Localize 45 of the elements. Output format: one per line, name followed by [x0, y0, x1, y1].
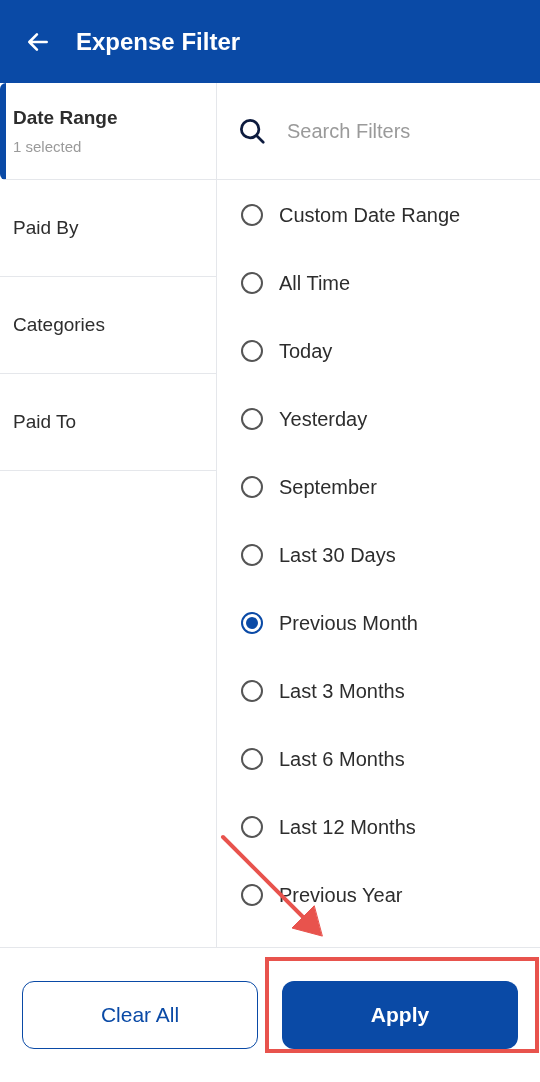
- radio-option[interactable]: Today: [217, 317, 540, 385]
- radio-option[interactable]: Custom Date Range: [217, 181, 540, 249]
- search-field[interactable]: Search Filters: [287, 116, 520, 146]
- option-label: Last 3 Months: [279, 679, 405, 704]
- option-label: Previous Month: [279, 611, 418, 636]
- option-label: Yesterday: [279, 407, 368, 432]
- radio-option[interactable]: Last 6 Months: [217, 725, 540, 793]
- option-label: Custom Date Range: [279, 203, 461, 228]
- filter-category[interactable]: Date Range 1 selected: [0, 83, 216, 180]
- category-label: Date Range: [13, 105, 119, 130]
- radio-button[interactable]: [241, 476, 263, 498]
- radio-button[interactable]: [241, 884, 263, 906]
- radio-option[interactable]: Last 12 Months: [217, 793, 540, 861]
- radio-button[interactable]: [241, 612, 263, 634]
- clear-all-button[interactable]: Clear All: [22, 981, 258, 1049]
- radio-option[interactable]: Yesterday: [217, 385, 540, 453]
- filter-category[interactable]: Categories: [0, 277, 216, 374]
- option-label: Today: [279, 339, 333, 364]
- radio-option[interactable]: Last 30 Days: [217, 521, 540, 589]
- radio-button[interactable]: [241, 272, 263, 294]
- radio-button[interactable]: [241, 544, 263, 566]
- category-label: Paid To: [13, 409, 78, 434]
- option-label: Last 6 Months: [279, 747, 405, 772]
- category-label: Categories: [13, 312, 106, 337]
- screen-title: Expense Filter: [76, 26, 241, 57]
- option-label: Last 30 Days: [279, 543, 396, 568]
- radio-button[interactable]: [241, 204, 263, 226]
- radio-button[interactable]: [241, 340, 263, 362]
- radio-option[interactable]: Last 3 Months: [217, 657, 540, 725]
- apply-button[interactable]: Apply: [282, 981, 518, 1049]
- radio-button[interactable]: [241, 408, 263, 430]
- search-icon: [237, 116, 267, 146]
- filter-category[interactable]: Paid By: [0, 180, 216, 277]
- radio-option[interactable]: September: [217, 453, 540, 521]
- option-label: September: [279, 475, 377, 500]
- radio-option[interactable]: All Time: [217, 249, 540, 317]
- option-label: All Time: [279, 271, 351, 296]
- radio-button[interactable]: [241, 748, 263, 770]
- selection-count: 1 selected: [13, 137, 83, 157]
- radio-option[interactable]: Previous Month: [217, 589, 540, 657]
- category-label: Paid By: [13, 215, 80, 240]
- radio-button[interactable]: [241, 816, 263, 838]
- filter-category[interactable]: Paid To: [0, 374, 216, 471]
- option-label: Last 12 Months: [279, 815, 416, 840]
- radio-button[interactable]: [241, 680, 263, 702]
